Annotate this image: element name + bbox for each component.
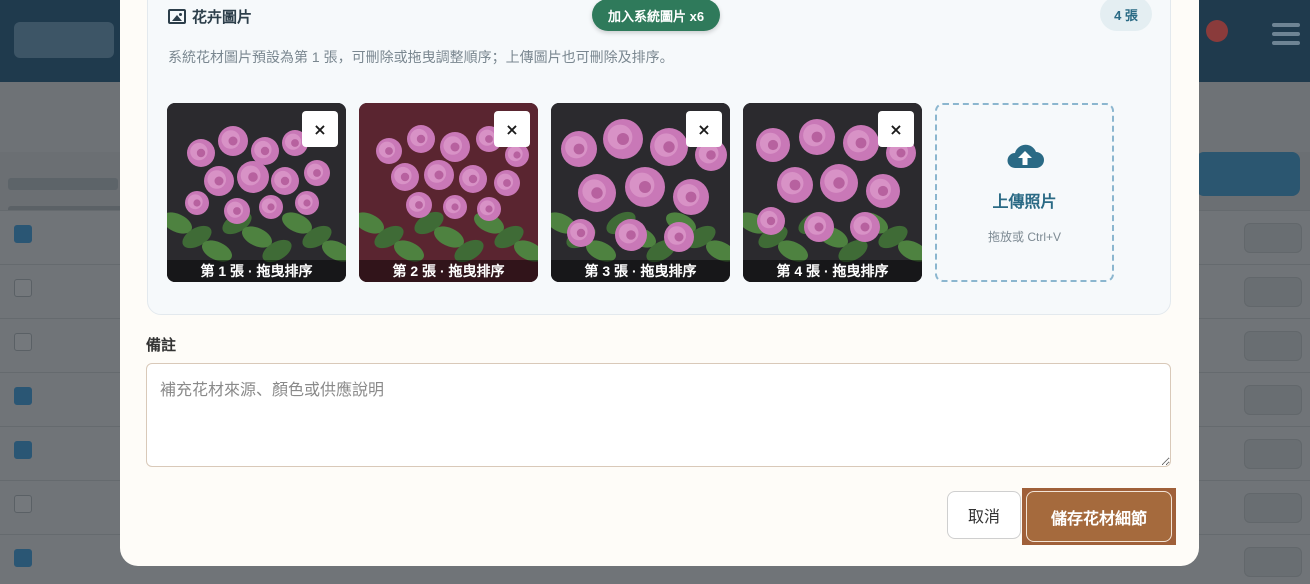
add-system-images-button[interactable]: 加入系統圖片 x6 — [592, 0, 721, 31]
background-checkbox — [14, 279, 32, 297]
image-thumbnail[interactable]: × 第 3 張 · 拖曳排序 — [551, 103, 730, 282]
background-row-action — [1244, 439, 1302, 469]
background-row-action — [1244, 385, 1302, 415]
background-breadcrumb — [8, 178, 118, 190]
background-row-action — [1244, 331, 1302, 361]
background-row-action — [1244, 493, 1302, 523]
background-checkbox — [14, 549, 32, 567]
remove-image-button[interactable]: × — [302, 111, 338, 147]
note-label: 備註 — [146, 337, 177, 354]
image-caption: 第 1 張 · 拖曳排序 — [167, 260, 346, 282]
background-logo — [14, 22, 114, 58]
background-row-action — [1244, 547, 1302, 577]
upload-dropzone[interactable]: 上傳照片 拖放或 Ctrl+V — [935, 103, 1114, 282]
background-checkbox — [14, 225, 32, 243]
image-thumbnail[interactable]: × 第 1 張 · 拖曳排序 — [167, 103, 346, 282]
image-count-badge: 4 張 — [1100, 0, 1152, 31]
image-caption: 第 4 張 · 拖曳排序 — [743, 260, 922, 282]
cancel-button[interactable]: 取消 — [947, 491, 1021, 539]
background-row-action — [1244, 277, 1302, 307]
note-textarea[interactable] — [146, 363, 1171, 467]
gallery-title: 花卉圖片 — [192, 9, 253, 26]
background-notification-badge — [1206, 20, 1228, 42]
background-checkbox — [14, 495, 32, 513]
cloud-upload-icon — [1007, 144, 1044, 168]
background-checkbox — [14, 333, 32, 351]
image-thumbnail-list: × 第 1 張 · 拖曳排序 × 第 2 張 · 拖曳排序 × 第 3 張 · … — [167, 103, 1114, 282]
gallery-hint: 系統花材圖片預設為第 1 張，可刪除或拖曳調整順序；上傳圖片也可刪除及排序。 — [168, 49, 674, 65]
background-checkbox — [14, 387, 32, 405]
remove-image-button[interactable]: × — [878, 111, 914, 147]
remove-image-button[interactable]: × — [686, 111, 722, 147]
image-icon — [168, 9, 186, 24]
save-button-focus-ring: 儲存花材細節 — [1022, 488, 1176, 545]
image-caption: 第 2 張 · 拖曳排序 — [359, 260, 538, 282]
save-flower-details-button[interactable]: 儲存花材細節 — [1026, 491, 1172, 542]
background-menu-icon — [1272, 18, 1300, 48]
image-thumbnail[interactable]: × 第 2 張 · 拖曳排序 — [359, 103, 538, 282]
image-thumbnail[interactable]: × 第 4 張 · 拖曳排序 — [743, 103, 922, 282]
background-action-button — [1196, 152, 1300, 196]
flower-image-gallery: 花卉圖片 加入系統圖片 x6 4 張 系統花材圖片預設為第 1 張，可刪除或拖曳… — [147, 0, 1171, 315]
background-row-action — [1244, 223, 1302, 253]
image-caption: 第 3 張 · 拖曳排序 — [551, 260, 730, 282]
upload-title: 上傳照片 — [992, 194, 1057, 211]
remove-image-button[interactable]: × — [494, 111, 530, 147]
upload-hint: 拖放或 Ctrl+V — [987, 230, 1061, 244]
background-checkbox — [14, 441, 32, 459]
flower-detail-modal: 花卉圖片 加入系統圖片 x6 4 張 系統花材圖片預設為第 1 張，可刪除或拖曳… — [120, 0, 1199, 566]
gallery-header: 花卉圖片 — [168, 6, 252, 27]
